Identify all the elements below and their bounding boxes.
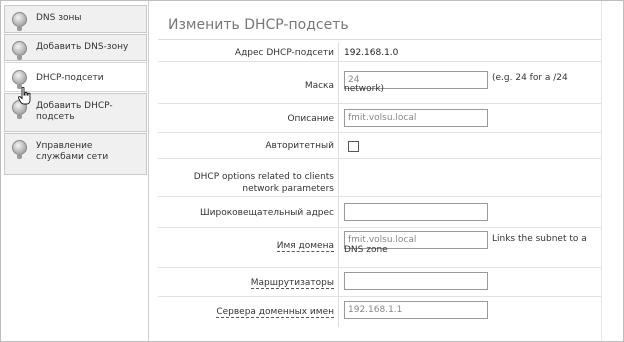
sidebar-item-label: Добавить DHCP-подсеть — [36, 101, 113, 122]
routers-field[interactable] — [344, 272, 488, 290]
column-divider — [338, 42, 339, 61]
authoritative-checkbox[interactable] — [348, 141, 359, 152]
column-divider — [338, 268, 339, 296]
column-divider — [338, 297, 339, 327]
page-title: Изменить DHCP-подсеть — [168, 17, 349, 33]
form-row-routers: Маршрутизаторы — [158, 268, 601, 297]
address-value: 192.168.1.0 — [344, 48, 399, 58]
form-row-mask: Маска (e.g. 24 for a /24 network) — [158, 62, 601, 104]
form-row-description: Описание — [158, 104, 601, 133]
sidebar-item-label: Управление службами сети — [36, 141, 109, 162]
form-row-domain: Имя домена Links the subnet to a DNS zon… — [158, 228, 601, 268]
routers-label[interactable]: Маршрутизаторы — [158, 277, 334, 289]
form-row-dns-servers: Сервера доменных имен — [158, 297, 601, 327]
sidebar-item-dns-zones[interactable]: DNS зоны — [4, 5, 147, 33]
dhcp-form: Адрес DHCP-подсети 192.168.1.0 Маска (e.… — [158, 42, 601, 327]
sidebar-item-network-services[interactable]: Управление службами сети — [4, 133, 147, 175]
form-row-authoritative: Авторитетный — [158, 133, 601, 159]
bulb-icon — [12, 70, 27, 89]
dns-servers-field[interactable] — [344, 301, 488, 319]
sidebar: DNS зоны Добавить DNS-зону DHCP-подсети … — [1, 1, 149, 341]
address-label: Адрес DHCP-подсети — [234, 48, 334, 58]
bulb-icon — [12, 12, 27, 31]
form-row-address: Адрес DHCP-подсети 192.168.1.0 — [158, 42, 601, 62]
broadcast-field[interactable] — [344, 203, 488, 221]
form-row-dhcp-options: DHCP options related to clients network … — [158, 159, 601, 197]
sidebar-item-label: DHCP-подсети — [36, 73, 104, 83]
main-panel: Изменить DHCP-подсеть Адрес DHCP-подсети… — [158, 1, 601, 341]
column-divider — [338, 104, 339, 132]
column-divider — [338, 159, 339, 196]
column-divider — [338, 228, 339, 267]
mask-hint: (e.g. 24 for a /24 network) — [344, 73, 568, 94]
sidebar-item-label: Добавить DNS-зону — [36, 42, 129, 52]
domain-label-text: Имя домена — [276, 241, 334, 252]
mask-label: Маска — [304, 81, 334, 91]
broadcast-label: Широковещательный адрес — [200, 208, 334, 218]
sidebar-item-add-dns-zone[interactable]: Добавить DNS-зону — [4, 34, 147, 61]
domain-hint: Links the subnet to a DNS zone — [344, 234, 587, 255]
window: DNS зоны Добавить DNS-зону DHCP-подсети … — [0, 0, 624, 342]
right-margin — [601, 1, 623, 341]
hand-cursor-icon — [18, 87, 31, 105]
domain-label[interactable]: Имя домена — [158, 240, 334, 252]
form-row-broadcast: Широковещательный адрес — [158, 197, 601, 228]
authoritative-label: Авторитетный — [265, 141, 334, 151]
column-divider — [338, 197, 339, 227]
dns-servers-label-text: Сервера доменных имен — [216, 307, 334, 318]
sidebar-item-label: DNS зоны — [36, 13, 82, 23]
description-label: Описание — [287, 114, 334, 124]
column-divider — [338, 62, 339, 103]
description-field[interactable] — [344, 109, 488, 127]
bulb-icon — [12, 140, 27, 159]
column-divider — [338, 133, 339, 158]
bulb-icon — [12, 41, 27, 60]
title-divider — [158, 39, 601, 40]
dns-servers-label[interactable]: Сервера доменных имен — [158, 306, 334, 318]
routers-label-text: Маршрутизаторы — [250, 278, 334, 289]
dhcp-options-heading: DHCP options related to clients network … — [193, 172, 334, 194]
